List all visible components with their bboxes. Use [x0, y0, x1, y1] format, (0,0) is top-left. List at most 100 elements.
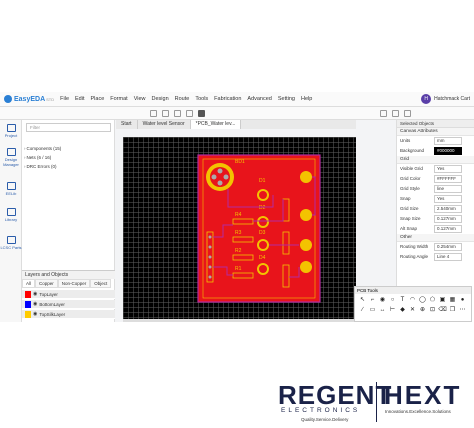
- toolbar-button[interactable]: [404, 110, 411, 117]
- chevron-right-icon: ›: [24, 146, 26, 151]
- pcb-canvas[interactable]: BD1 D1 D2 R4 R3 R2 R1 D3 D4: [123, 137, 356, 319]
- menu-tools[interactable]: Tools: [195, 96, 208, 102]
- menu-fabrication[interactable]: Fabrication: [214, 96, 241, 102]
- toolbar-button[interactable]: [392, 110, 399, 117]
- alt-snap-field[interactable]: 0.127mm: [434, 225, 462, 233]
- menu-place[interactable]: Place: [91, 96, 105, 102]
- line-icon[interactable]: ∕: [358, 306, 367, 315]
- pointer-icon[interactable]: ↖: [358, 296, 367, 305]
- background-color-field[interactable]: #000000: [434, 147, 462, 155]
- easyeda-logo[interactable]: EasyEDA STD: [4, 95, 54, 103]
- canvas-origin-icon[interactable]: ⊕: [418, 306, 427, 315]
- rect-icon[interactable]: ▭: [368, 306, 377, 315]
- layer-row[interactable]: ◉ TopSilkLayer: [22, 310, 115, 319]
- grid-color-field[interactable]: #FFFFFF: [434, 175, 462, 183]
- menu-setting[interactable]: Setting: [278, 96, 295, 102]
- routing-width-field[interactable]: 0.254mm: [434, 243, 462, 251]
- menu-file[interactable]: File: [60, 96, 69, 102]
- more-icon[interactable]: ⋯: [458, 306, 467, 315]
- section-other[interactable]: Other: [397, 234, 474, 242]
- copper-area-icon[interactable]: ▦: [448, 296, 457, 305]
- layer-row[interactable]: ◉ BottomLayer: [22, 300, 115, 309]
- led: [300, 171, 312, 183]
- pad: [208, 275, 212, 279]
- menu-help[interactable]: Help: [301, 96, 312, 102]
- layer-color-swatch[interactable]: [25, 300, 31, 308]
- visible-grid-select[interactable]: Yes: [434, 165, 462, 173]
- menu-view[interactable]: View: [134, 96, 146, 102]
- delete-icon[interactable]: ⌫: [438, 306, 447, 315]
- silk-label-d2: D2: [259, 205, 266, 211]
- menu-route[interactable]: Route: [175, 96, 190, 102]
- rail-eelib[interactable]: EELib: [0, 182, 22, 196]
- toolbar: [0, 107, 474, 120]
- eye-icon[interactable]: ◉: [33, 291, 37, 297]
- tree-item-drc-errors[interactable]: ›DRC Errors (0): [24, 164, 57, 169]
- toolbar-button[interactable]: [186, 110, 193, 117]
- hole-icon[interactable]: ●: [458, 296, 467, 305]
- eye-icon[interactable]: ◉: [33, 301, 37, 307]
- user-name: Hatchmack Cart: [434, 96, 470, 102]
- pcb-tools-title: PCB Tools: [355, 287, 471, 294]
- units-select[interactable]: mm: [434, 137, 462, 145]
- menu-edit[interactable]: Edit: [75, 96, 84, 102]
- arc-icon[interactable]: ◠: [408, 296, 417, 305]
- tree-item-nets[interactable]: ›Nets (6 / 16): [24, 155, 51, 160]
- tree-item-components[interactable]: ›Components (15): [24, 146, 61, 151]
- eye-icon[interactable]: ◉: [33, 311, 37, 317]
- rail-library[interactable]: Library: [0, 208, 22, 222]
- routing-angle-select[interactable]: Line 4: [434, 253, 462, 261]
- image-icon[interactable]: ▣: [438, 296, 447, 305]
- layer-tab-non-copper[interactable]: Non-Copper: [57, 279, 91, 288]
- menu-advanced[interactable]: Advanced: [247, 96, 271, 102]
- layer-tab-copper[interactable]: Copper: [35, 279, 58, 288]
- section-canvas-attributes[interactable]: Canvas Attributes: [397, 128, 474, 136]
- menu-design[interactable]: Design: [152, 96, 169, 102]
- hext-logo-text: HEXT: [384, 380, 462, 410]
- dimension-icon[interactable]: ↔: [378, 306, 387, 315]
- track-icon[interactable]: ⌐: [368, 296, 377, 305]
- snap-select[interactable]: Yes: [434, 195, 462, 203]
- silk-label-bd1: BD1: [235, 159, 245, 165]
- pad: [223, 174, 229, 180]
- solid-region-icon[interactable]: ◆: [398, 306, 407, 315]
- no-connect-icon[interactable]: ✕: [408, 306, 417, 315]
- led: [300, 209, 312, 221]
- toolbar-button[interactable]: [150, 110, 157, 117]
- copy-icon[interactable]: ❐: [448, 306, 457, 315]
- user-menu[interactable]: H Hatchmack Cart: [421, 94, 470, 104]
- measure-icon[interactable]: ⊢: [388, 306, 397, 315]
- prop-background: Background #000000: [397, 146, 474, 156]
- toolbar-button[interactable]: [174, 110, 181, 117]
- tab-schematic[interactable]: Water level Sensor: [138, 120, 191, 129]
- layer-tab-all[interactable]: All: [22, 279, 36, 288]
- lock-icon[interactable]: ⊡: [428, 306, 437, 315]
- layer-color-swatch[interactable]: [25, 290, 31, 298]
- grid-style-select[interactable]: line: [434, 185, 462, 193]
- canvas-horizontal-scrollbar[interactable]: [123, 319, 356, 322]
- via-icon[interactable]: ○: [388, 296, 397, 305]
- text-icon[interactable]: T: [398, 296, 407, 305]
- toolbar-button[interactable]: [198, 110, 205, 117]
- toolbar-button[interactable]: [162, 110, 169, 117]
- rail-project[interactable]: Project: [0, 124, 22, 138]
- rail-label: Library: [4, 217, 18, 222]
- layer-color-swatch[interactable]: [25, 310, 31, 318]
- filter-input[interactable]: Filter: [26, 123, 111, 132]
- rail-design-manager[interactable]: Design Manager: [0, 148, 22, 167]
- layer-tabs: All Copper Non-Copper Object: [22, 279, 115, 288]
- circle-icon[interactable]: ◯: [418, 296, 427, 305]
- layer-row[interactable]: ◉ TopLayer: [22, 290, 115, 299]
- polygon-icon[interactable]: ⬠: [428, 296, 437, 305]
- grid-size-field[interactable]: 2.540mm: [434, 205, 462, 213]
- prop-snap-size: Snap Size 0.127mm: [397, 214, 474, 224]
- menu-format[interactable]: Format: [110, 96, 127, 102]
- snap-size-field[interactable]: 0.127mm: [434, 215, 462, 223]
- rail-lcsc-parts[interactable]: LCSC Parts: [0, 236, 22, 250]
- section-grid[interactable]: Grid: [397, 156, 474, 164]
- pad-icon[interactable]: ◉: [378, 296, 387, 305]
- tab-start[interactable]: Start: [116, 120, 138, 129]
- layer-tab-object[interactable]: Object: [90, 279, 112, 288]
- toolbar-button[interactable]: [380, 110, 387, 117]
- tab-pcb[interactable]: *PCB_Water lev...: [190, 120, 242, 129]
